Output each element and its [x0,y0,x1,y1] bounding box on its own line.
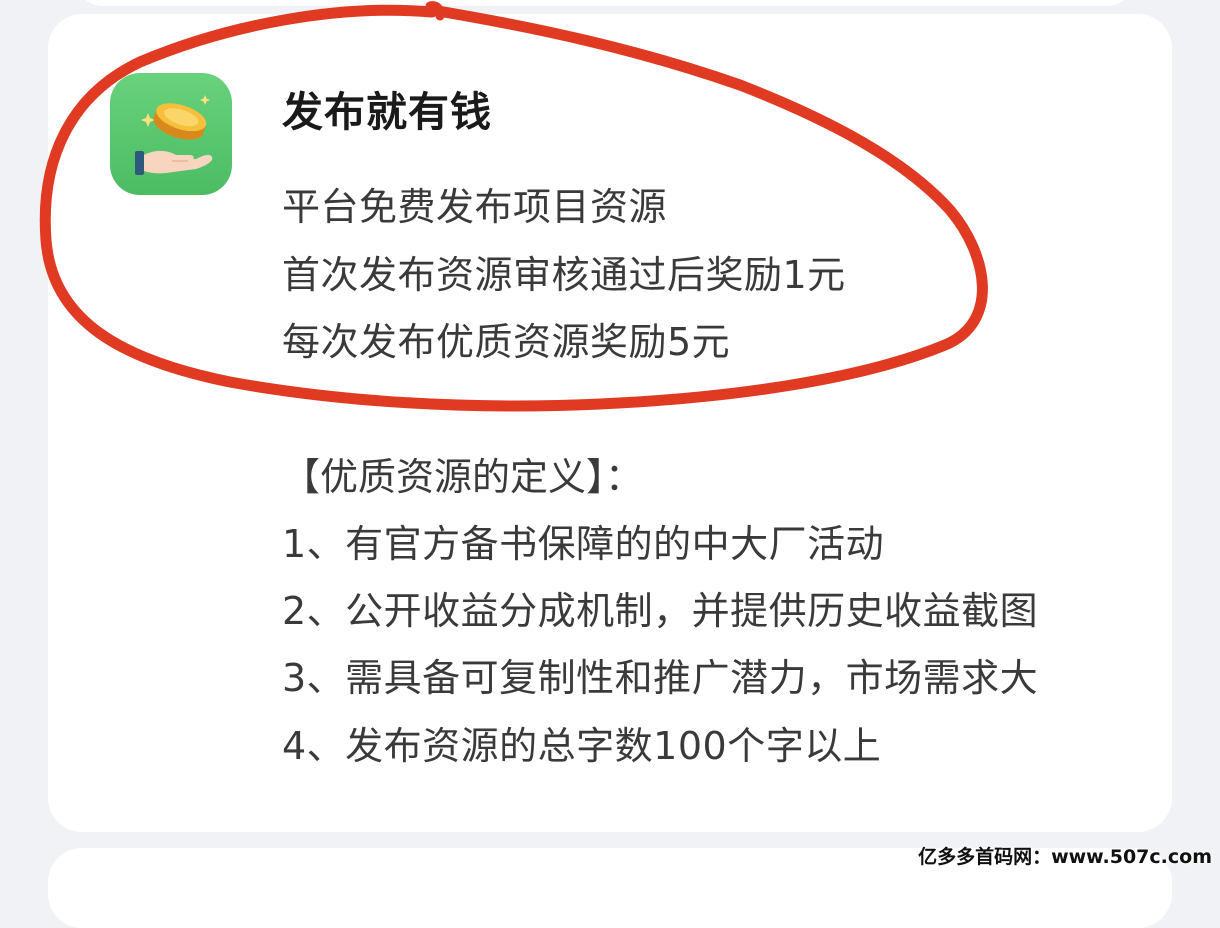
benefit-line-first-reward: 首次发布资源审核通过后奖励1元 [282,253,846,297]
rule-item: 1、有官方备书保障的的中大厂活动 [282,522,885,566]
rule-item: 4、发布资源的总字数100个字以上 [282,724,882,768]
previous-card-edge [75,0,1135,6]
coin-hand-icon [110,73,232,195]
benefit-line-quality-reward: 每次发布优质资源奖励5元 [282,320,731,364]
rule-item: 2、公开收益分成机制，并提供历史收益截图 [282,589,1039,633]
definition-heading: 【优质资源的定义】： [282,455,644,499]
card-title: 发布就有钱 [282,88,492,136]
rule-item: 3、需具备可复制性和推广潜力，市场需求大 [282,656,1039,700]
site-watermark: 亿多多首码网：www.507c.com [918,846,1212,868]
benefit-line-free-publish: 平台免费发布项目资源 [282,185,668,229]
